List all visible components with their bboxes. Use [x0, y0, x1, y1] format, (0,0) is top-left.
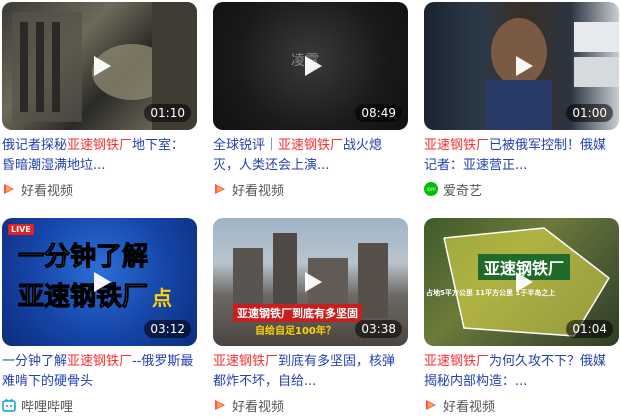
- video-source[interactable]: 好看视频: [213, 180, 408, 199]
- video-thumbnail[interactable]: 01:10: [2, 2, 197, 130]
- title-prefix: 一分钟了解: [2, 354, 68, 369]
- thumbnail-suffix: 点: [152, 286, 172, 310]
- video-thumbnail[interactable]: 凌霄 08:49: [213, 2, 408, 130]
- source-name: 哔哩哔哩: [21, 399, 74, 415]
- video-source[interactable]: 好看视频: [213, 396, 408, 415]
- haokan-logo-icon: [215, 184, 225, 194]
- source-name: 好看视频: [232, 183, 285, 199]
- video-duration: 08:49: [355, 104, 402, 122]
- video-card[interactable]: 凌霄 08:49 全球锐评｜亚速钢铁厂战火熄灭，人类还会上演... 好看视频: [213, 2, 408, 199]
- haokan-logo-icon: [426, 400, 436, 410]
- video-thumbnail[interactable]: 亚速钢铁厂到底有多坚固 自给自足100年？ 03:38: [213, 218, 408, 346]
- video-title[interactable]: 俄记者探秘亚速钢铁厂地下室：昏暗潮湿满地垃...: [2, 136, 197, 176]
- video-card[interactable]: LIVE 一分钟了解 亚速钢铁厂 点 03:12 一分钟了解亚速钢铁厂--俄罗斯…: [2, 218, 197, 415]
- video-duration: 01:04: [566, 320, 613, 338]
- source-name: 好看视频: [443, 399, 496, 415]
- video-source[interactable]: iQIYI 爱奇艺: [424, 180, 619, 199]
- thumbnail-headline-2: 亚速钢铁厂: [17, 282, 149, 313]
- play-icon: [304, 272, 322, 292]
- play-icon: [93, 56, 111, 76]
- video-thumbnail[interactable]: 01:00: [424, 2, 619, 130]
- video-duration: 01:00: [566, 104, 613, 122]
- haokan-logo-icon: [215, 400, 225, 410]
- title-highlight: 亚速钢铁厂: [424, 138, 490, 153]
- video-duration: 01:10: [144, 104, 191, 122]
- title-highlight: 亚速钢铁厂: [67, 138, 133, 153]
- video-source[interactable]: 好看视频: [2, 180, 197, 199]
- source-name: 好看视频: [21, 183, 74, 199]
- play-icon: [304, 56, 322, 76]
- live-badge: LIVE: [8, 224, 34, 235]
- thumbnail-caption: 亚速钢铁厂到底有多坚固: [233, 304, 362, 322]
- thumbnail-caption-2: 自给自足100年？: [255, 326, 336, 337]
- title-highlight: 亚速钢铁厂: [67, 354, 133, 369]
- title-highlight: 亚速钢铁厂: [424, 354, 490, 369]
- video-duration: 03:12: [144, 320, 191, 338]
- play-icon: [93, 272, 111, 292]
- source-name: 爱奇艺: [443, 183, 483, 199]
- title-prefix: 俄记者探秘: [2, 138, 68, 153]
- video-results-grid: 01:10 俄记者探秘亚速钢铁厂地下室：昏暗潮湿满地垃... 好看视频 凌霄 0…: [0, 0, 621, 418]
- title-highlight: 亚速钢铁厂: [213, 354, 279, 369]
- source-name: 好看视频: [232, 399, 285, 415]
- video-title[interactable]: 一分钟了解亚速钢铁厂--俄罗斯最难啃下的硬骨头: [2, 352, 197, 392]
- video-title[interactable]: 亚速钢铁厂到底有多坚固，核弹都炸不坏，自给...: [213, 352, 408, 392]
- haokan-logo-icon: [4, 184, 14, 194]
- play-icon: [515, 272, 533, 292]
- video-source[interactable]: 哔哩哔哩: [2, 396, 197, 415]
- video-card[interactable]: 亚速钢铁厂 占地5平方公里 11平方公里 1于半岛之上 01:04 亚速钢铁厂为…: [424, 218, 619, 415]
- video-title[interactable]: 全球锐评｜亚速钢铁厂战火熄灭，人类还会上演...: [213, 136, 408, 176]
- video-source[interactable]: 好看视频: [424, 396, 619, 415]
- title-highlight: 亚速钢铁厂: [278, 138, 344, 153]
- svg-text:iQIYI: iQIYI: [426, 187, 435, 192]
- play-icon: [515, 56, 533, 76]
- video-thumbnail[interactable]: 亚速钢铁厂 占地5平方公里 11平方公里 1于半岛之上 01:04: [424, 218, 619, 346]
- video-title[interactable]: 亚速钢铁厂为何久攻不下？俄媒揭秘内部构造：...: [424, 352, 619, 392]
- video-card[interactable]: 01:00 亚速钢铁厂已被俄军控制！俄媒记者：亚速营正... iQIYI 爱奇艺: [424, 2, 619, 199]
- video-card[interactable]: 01:10 俄记者探秘亚速钢铁厂地下室：昏暗潮湿满地垃... 好看视频: [2, 2, 197, 199]
- video-title[interactable]: 亚速钢铁厂已被俄军控制！俄媒记者：亚速营正...: [424, 136, 619, 176]
- thumbnail-headline: 一分钟了解: [17, 242, 149, 273]
- video-card[interactable]: 亚速钢铁厂到底有多坚固 自给自足100年？ 03:38 亚速钢铁厂到底有多坚固，…: [213, 218, 408, 415]
- video-duration: 03:38: [355, 320, 402, 338]
- title-prefix: 全球锐评｜: [213, 138, 279, 153]
- video-thumbnail[interactable]: LIVE 一分钟了解 亚速钢铁厂 点 03:12: [2, 218, 197, 346]
- bilibili-logo-icon: [2, 398, 16, 412]
- iqiyi-logo-icon: iQIYI: [424, 182, 438, 196]
